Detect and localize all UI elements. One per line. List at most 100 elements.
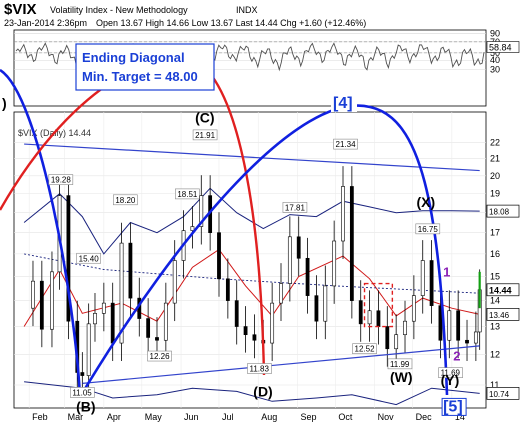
wave-label: (X) (417, 194, 436, 210)
price-label: 18.51 (177, 190, 198, 199)
price-bar-body (465, 339, 469, 344)
price-bar-body (358, 300, 363, 325)
chart-symbol: $VIX (4, 1, 37, 18)
note-line-2: Min. Target = 48.00 (82, 69, 198, 84)
price-bar-body (80, 372, 85, 376)
month-label: Oct (338, 412, 353, 422)
price-bar-body (287, 236, 292, 284)
indicator-tick-label: 40 (490, 55, 500, 65)
note-line-1: Ending Diagonal (82, 50, 185, 65)
price-tick-label: 22 (490, 137, 500, 147)
price-bar-body (243, 326, 248, 336)
price-bar-body (252, 334, 257, 341)
price-label: 12.52 (355, 345, 376, 354)
price-bar-body (314, 295, 319, 322)
price-bar-body (146, 318, 151, 338)
price-bar-body (376, 310, 381, 327)
indicator-tick-label: 30 (490, 65, 500, 75)
wave-label-minor: 2 (453, 348, 460, 363)
price-label: 19.28 (51, 176, 72, 185)
price-label: 18.20 (115, 196, 136, 205)
price-label: 17.81 (285, 203, 306, 212)
price-label: 15.40 (79, 254, 100, 263)
price-bar-body (101, 302, 106, 314)
wave-label-major: [4] (333, 95, 353, 112)
price-bar-body (110, 302, 115, 344)
price-bar-body (385, 326, 390, 350)
chart-quote: Open 13.67 High 14.66 Low 13.67 Last 14.… (96, 18, 366, 28)
price-tick-label: 17 (490, 228, 500, 238)
wave-label: ) (2, 95, 7, 111)
month-label: Dec (416, 412, 433, 422)
chart-datetime: 23-Jan-2014 2:36pm (4, 18, 87, 28)
price-tick-label: 12 (490, 350, 500, 360)
price-bar-body (86, 323, 91, 376)
wave-label: (Y) (441, 372, 460, 388)
price-tick-label: 14 (490, 296, 500, 306)
price-bar-body (429, 260, 434, 306)
right-axis-tag: 14.44 (489, 285, 512, 295)
price-bar-body (305, 257, 310, 296)
price-bar-body (367, 310, 372, 325)
wave-label: (W) (390, 369, 413, 385)
price-label: 12.26 (150, 352, 171, 361)
month-label: Feb (32, 412, 48, 422)
vix-chart: $VIX Volatility Index - New Methodology … (0, 1, 520, 422)
price-bar-body (155, 337, 159, 341)
price-bar-body (50, 271, 54, 330)
price-label: 11.83 (249, 365, 269, 374)
price-label: 11.99 (390, 360, 410, 369)
right-axis-tag: 18.08 (489, 208, 510, 217)
wave-label: (C) (195, 109, 214, 125)
price-bar-body (217, 232, 221, 280)
price-bar-body (332, 240, 337, 287)
price-bar-body (225, 278, 230, 301)
price-bar-body (323, 285, 328, 322)
price-bar-body (296, 236, 301, 259)
month-label: Jul (222, 412, 234, 422)
chart-name: Volatility Index - New Methodology (50, 5, 188, 15)
price-tick-label: 15 (490, 271, 500, 281)
right-axis-tag: 13.46 (489, 311, 510, 320)
indicator-axis: 907050403058.84 (486, 28, 520, 75)
price-tick-label: 20 (490, 171, 500, 181)
price-bar-body (411, 295, 416, 322)
price-tick-label: 13 (490, 322, 500, 332)
price-bar-body (473, 331, 478, 344)
price-bar-body (349, 186, 354, 301)
indicator-last-value: 58.84 (489, 43, 512, 53)
wave-label-major: [5] (443, 398, 463, 415)
price-label: 16.75 (418, 225, 439, 234)
price-bar-body (279, 283, 283, 304)
price-bar-body (128, 242, 133, 299)
price-label: 21.34 (336, 140, 357, 149)
price-y-axis: 222120191817161514131211 (490, 137, 500, 390)
month-label: Sep (300, 412, 316, 422)
wave-label-minor: 1 (443, 264, 450, 279)
month-label: May (145, 412, 163, 422)
price-bar-body (270, 302, 275, 344)
price-x-axis: Feb Mar Apr May Jun Jul Aug Sep Oct Nov Dec 14 (32, 412, 465, 422)
price-bar-body (234, 300, 239, 327)
price-bar-body (39, 280, 44, 330)
price-bar-body (403, 320, 407, 336)
price-bar-body (172, 260, 177, 304)
month-label: Apr (107, 412, 121, 422)
price-tick-label: 16 (490, 249, 500, 259)
price-tick-label: 19 (490, 189, 500, 199)
price-bar-body (93, 313, 97, 325)
chart-exchange: INDX (236, 5, 258, 15)
price-bar-body (341, 186, 345, 242)
wave-label: (D) (253, 383, 272, 399)
price-bar-body (31, 280, 35, 309)
price-label: 21.91 (195, 131, 216, 140)
price-tick-label: 21 (490, 154, 500, 164)
month-label: Aug (261, 412, 277, 422)
wave-label: (B) (76, 398, 95, 414)
month-label: Nov (378, 412, 395, 422)
price-bar-body (163, 302, 168, 341)
price-bar-body (394, 334, 399, 350)
price-bar-body (420, 260, 425, 296)
price-bar-body (456, 310, 461, 341)
right-axis-tag: 10.74 (489, 390, 510, 399)
